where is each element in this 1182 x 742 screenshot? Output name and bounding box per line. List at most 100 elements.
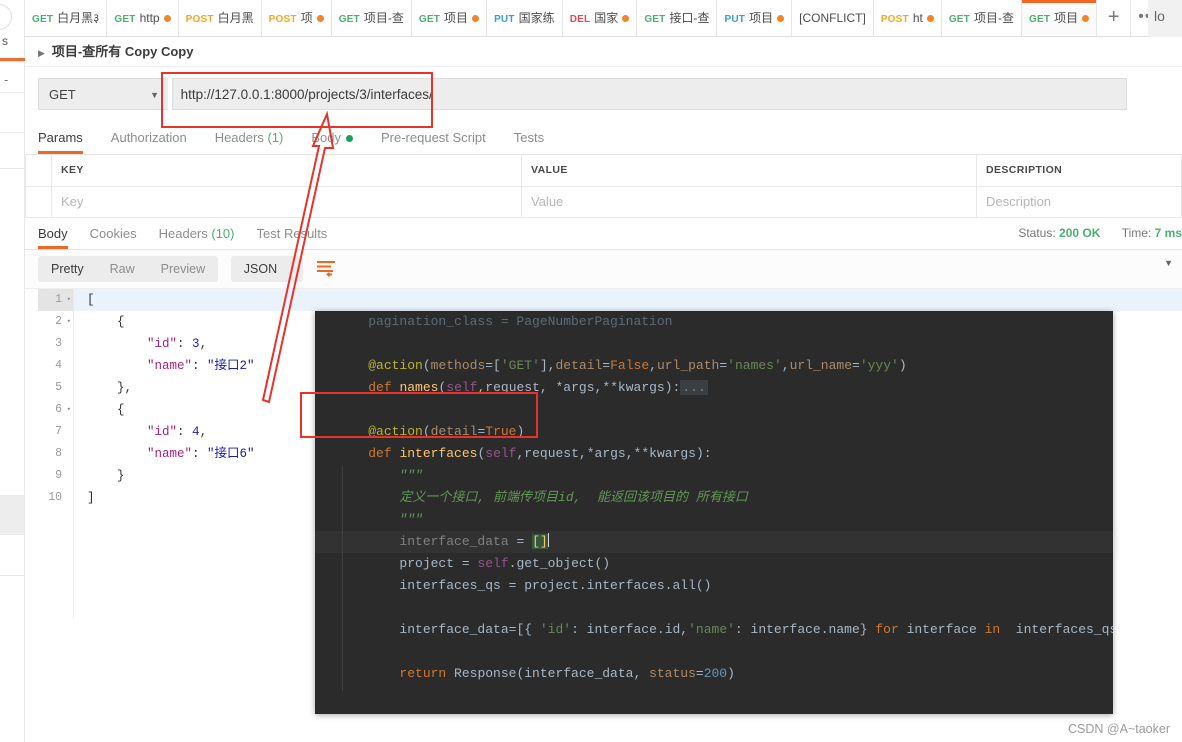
tab-method-label: GET xyxy=(644,14,666,25)
tab-title: 项目 xyxy=(444,11,469,25)
request-tab-4[interactable]: GET 项目-查 xyxy=(331,0,412,36)
view-mode-pretty[interactable]: Pretty xyxy=(38,256,97,282)
wrap-lines-icon[interactable] xyxy=(316,259,336,280)
request-tab-1[interactable]: GET http xyxy=(107,0,179,36)
line-number: 8 xyxy=(55,446,62,460)
line-number: 5 xyxy=(55,380,62,394)
request-tab-11[interactable]: POST ht xyxy=(873,0,942,36)
avatar-partial xyxy=(0,4,12,30)
editor-code-line: interface_data = [] xyxy=(315,531,1113,553)
unsaved-dot-icon xyxy=(1082,15,1090,23)
divider xyxy=(0,132,25,133)
divider xyxy=(0,61,25,62)
tab-method-label: GET xyxy=(114,14,136,25)
request-tab-params[interactable]: Params xyxy=(38,122,83,154)
request-tab-pre-request-script[interactable]: Pre-request Script xyxy=(381,122,486,154)
request-tab-authorization[interactable]: Authorization xyxy=(111,122,187,154)
tab-method-label: POST xyxy=(185,14,214,25)
response-tab-body[interactable]: Body xyxy=(38,218,68,249)
editor-code-line xyxy=(315,333,1113,355)
tab-method-label: POST xyxy=(880,14,909,25)
request-tab-9[interactable]: PUT 项目 xyxy=(717,0,793,36)
view-mode-group[interactable]: Pretty Raw Preview xyxy=(38,255,219,282)
fold-arrow-icon[interactable]: ▾ xyxy=(67,399,71,421)
key-input[interactable]: Key xyxy=(51,186,522,218)
editor-code-line: 定义一个接口, 前端传项目id, 能返回该项目的 所有接口 xyxy=(399,490,748,505)
request-tab-10[interactable]: [CONFLICT] xyxy=(792,0,874,36)
tab-title: 接口-查 xyxy=(669,11,710,25)
editor-code-line xyxy=(315,597,1113,619)
tab-method-label: GET xyxy=(32,14,54,25)
request-tab-0[interactable]: GET 白月黑३ xyxy=(25,0,108,36)
table-header-row: KEY VALUE DESCRIPTION xyxy=(25,155,1182,187)
value-input[interactable]: Value xyxy=(521,186,977,218)
left-sidebar-partial: s - xyxy=(0,0,25,742)
tab-title: 国家练 xyxy=(518,11,555,25)
line-number: 2 ▾ xyxy=(38,311,73,333)
chevron-right-icon: ▶ xyxy=(38,48,45,58)
line-number: 10 xyxy=(48,490,62,504)
line-number: 9 xyxy=(55,468,62,482)
tab-method-label: PUT xyxy=(494,14,515,25)
url-input[interactable]: http://127.0.0.1:8000/projects/3/interfa… xyxy=(171,78,1127,110)
description-input[interactable]: Description xyxy=(976,186,1182,218)
tab-label: Body xyxy=(311,130,341,145)
fold-arrow-icon[interactable]: ▾ xyxy=(67,311,71,333)
unsaved-dot-icon xyxy=(316,15,324,23)
code-line: [ xyxy=(74,288,1182,311)
format-value[interactable]: JSON xyxy=(231,256,303,282)
sidebar-text-fragment: s xyxy=(2,34,8,48)
unsaved-dot-icon xyxy=(777,15,785,23)
tab-title: 白月黑३ xyxy=(57,11,100,25)
params-table: KEY VALUE DESCRIPTION Key Value Descript… xyxy=(25,155,1182,218)
format-select[interactable]: JSON ▼ xyxy=(230,255,1173,282)
tab-method-label: PUT xyxy=(724,14,746,25)
request-tab-tests[interactable]: Tests xyxy=(514,122,544,154)
response-tab-cookies[interactable]: Cookies xyxy=(90,218,137,249)
http-method-select[interactable]: GET ▼ xyxy=(38,78,168,110)
request-tab-5[interactable]: GET 项目 xyxy=(411,0,488,36)
request-tab-body[interactable]: Body xyxy=(311,122,353,154)
new-tab-button[interactable]: + xyxy=(1097,0,1132,36)
request-tab-12[interactable]: GET 项目-查 xyxy=(941,0,1022,36)
request-tab-8[interactable]: GET 接口-查 xyxy=(637,0,718,36)
tab-label: Params xyxy=(38,130,83,145)
response-section-tabs[interactable]: Body Cookies Headers (10) Test Results Stat… xyxy=(25,217,1182,250)
tab-method-label: GET xyxy=(338,14,360,25)
row-checkbox-cell[interactable] xyxy=(25,186,52,218)
breadcrumb[interactable]: ▶ 项目-查所有 Copy Copy xyxy=(25,37,1182,67)
description-column-header: DESCRIPTION xyxy=(976,155,1182,187)
tab-label: Cookies xyxy=(89,225,137,241)
status-label: Status: xyxy=(1018,225,1056,240)
sidebar-selected-block xyxy=(0,495,25,535)
request-tab-2[interactable]: POST 白月黑 xyxy=(178,0,262,36)
editor-code-line: def names(self,request, *args,**kwargs):… xyxy=(368,380,708,395)
divider xyxy=(0,575,25,576)
key-column-header: KEY xyxy=(51,155,522,187)
request-tab-7[interactable]: DEL 国家 xyxy=(562,0,638,36)
request-tab-13[interactable]: GET 项目 xyxy=(1022,0,1098,36)
line-number: 7 xyxy=(55,424,62,438)
response-tab-test-results[interactable]: Test Results xyxy=(257,218,328,249)
code-editor-overlay[interactable]: pagination_class = PageNumberPagination … xyxy=(315,311,1113,714)
tab-count: (1) xyxy=(267,130,284,145)
body-present-dot-icon xyxy=(345,135,353,143)
time-value: 7 ms xyxy=(1154,225,1182,240)
request-tab-6[interactable]: PUT 国家练 xyxy=(487,0,563,36)
tab-label: Tests xyxy=(513,130,545,145)
window-right-fragment: lo xyxy=(1148,0,1182,37)
response-tab-headers[interactable]: Headers (10) xyxy=(159,218,235,249)
unsaved-dot-icon xyxy=(163,15,171,23)
tab-label: Body xyxy=(38,225,68,241)
request-section-tabs[interactable]: Params Authorization Headers (1) Body Pre-re… xyxy=(25,122,1182,155)
table-row[interactable]: Key Value Description xyxy=(25,186,1182,218)
request-tab-strip[interactable]: GET 白月黑३ GET http POST 白月黑 POST 项 GET 项目-查 GET 项目 PU… xyxy=(25,0,1182,37)
fold-arrow-icon[interactable]: ▾ xyxy=(67,289,71,311)
tab-title: 项 xyxy=(300,11,313,25)
request-tab-3[interactable]: POST 项 xyxy=(261,0,332,36)
view-mode-raw[interactable]: Raw xyxy=(97,256,148,282)
unsaved-dot-icon xyxy=(926,15,934,23)
line-number-gutter: 1 ▾ 2 ▾ 3 4 5 6 ▾ 7 8 9 10 xyxy=(38,288,74,618)
view-mode-preview[interactable]: Preview xyxy=(148,256,218,282)
request-tab-headers[interactable]: Headers (1) xyxy=(215,122,284,154)
